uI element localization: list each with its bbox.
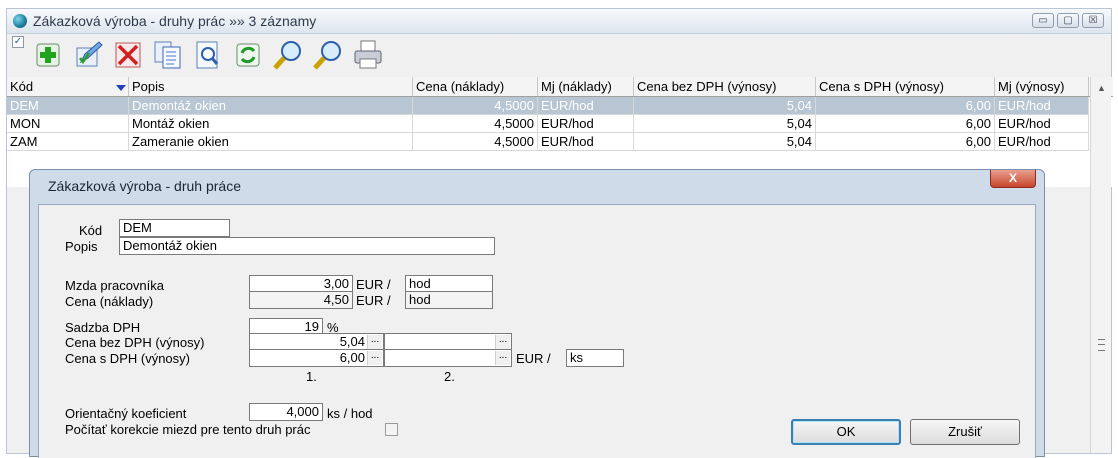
- koeficient-unit: ks / hod: [327, 406, 373, 421]
- column-header-cena-bez-dph[interactable]: Cena bez DPH (výnosy): [634, 77, 816, 96]
- cell-kod: ZAM: [7, 133, 129, 151]
- cell-popis: Demontáž okien: [129, 97, 413, 115]
- s-dph-label: Cena s DPH (výnosy): [65, 351, 190, 366]
- column-header-mj-vynosy[interactable]: Mj (výnosy): [995, 77, 1089, 96]
- vynosy-mj-field[interactable]: ks: [566, 349, 624, 367]
- window-title: Zákazková výroba - druhy prác »» 3 zázna…: [33, 13, 317, 29]
- dph-label: Sadzba DPH: [65, 320, 141, 335]
- edit-dialog: Zákazková výroba - druh práce X Kód DEM …: [29, 169, 1045, 458]
- cell-cena-bez-dph: 5,04: [634, 97, 816, 115]
- ellipsis-button[interactable]: ...: [367, 351, 382, 365]
- column-header-cena-naklady[interactable]: Cena (náklady): [413, 77, 538, 96]
- dialog-body: Kód DEM Popis Demontáž okien Mzda pracov…: [38, 204, 1036, 458]
- cell-cena-naklady: 4,5000: [413, 133, 538, 151]
- column-header-mj-naklady[interactable]: Mj (náklady): [538, 77, 634, 96]
- cell-cena-naklady: 4,5000: [413, 115, 538, 133]
- vertical-scrollbar[interactable]: ▲: [1090, 77, 1111, 453]
- ok-button[interactable]: OK: [791, 419, 901, 445]
- cell-cena-naklady: 4,5000: [413, 97, 538, 115]
- cell-cena-s-dph: 6,00: [816, 133, 995, 151]
- dialog-close-button[interactable]: X: [990, 170, 1036, 188]
- s-dph-field-2[interactable]: ...: [384, 349, 512, 367]
- close-button[interactable]: ☒: [1082, 13, 1104, 28]
- kod-label: Kód: [79, 223, 103, 238]
- cell-mj-naklady: EUR/hod: [538, 133, 634, 151]
- delete-icon[interactable]: [111, 38, 145, 72]
- popis-label: Popis: [65, 239, 98, 254]
- maximize-button[interactable]: ▢: [1057, 13, 1079, 28]
- cell-mj-naklady: EUR/hod: [538, 97, 634, 115]
- ellipsis-button[interactable]: ...: [367, 335, 382, 349]
- korekcie-checkbox[interactable]: [385, 423, 398, 436]
- cena-mj-field: hod: [405, 291, 493, 309]
- minimize-button[interactable]: ▭: [1032, 13, 1054, 28]
- cell-cena-bez-dph: 5,04: [634, 115, 816, 133]
- dialog-title: Zákazková výroba - druh práce: [48, 178, 241, 194]
- ellipsis-button[interactable]: ...: [495, 351, 510, 365]
- table-row[interactable]: ZAM Zameranie okien 4,5000 EUR/hod 5,04 …: [7, 133, 1089, 151]
- cell-mj-vynosy: EUR/hod: [995, 133, 1089, 151]
- cell-popis: Zameranie okien: [129, 133, 413, 151]
- cell-cena-bez-dph: 5,04: [634, 133, 816, 151]
- cell-cena-s-dph: 6,00: [816, 115, 995, 133]
- title-bar: Zákazková výroba - druhy prác »» 3 zázna…: [7, 9, 1111, 34]
- cancel-button[interactable]: Zrušiť: [910, 419, 1020, 445]
- s-dph-field-1[interactable]: 6,00...: [249, 349, 384, 367]
- mzda-unit: EUR /: [356, 277, 391, 292]
- bez-dph-label: Cena bez DPH (výnosy): [65, 335, 205, 350]
- column-1-label: 1.: [306, 369, 317, 384]
- add-icon[interactable]: [31, 38, 65, 72]
- scroll-grip-icon[interactable]: [1098, 339, 1105, 351]
- search-next-icon[interactable]: [311, 38, 345, 72]
- sort-desc-icon: [107, 77, 129, 96]
- preview-icon[interactable]: [191, 38, 225, 72]
- cell-kod: DEM: [7, 97, 129, 115]
- search-icon[interactable]: [271, 38, 305, 72]
- koeficient-field[interactable]: 4,000: [249, 403, 323, 421]
- cell-mj-naklady: EUR/hod: [538, 115, 634, 133]
- grid-header: Kód Popis Cena (náklady) Mj (náklady) Ce…: [7, 77, 1113, 97]
- cena-naklady-field: 4,50: [249, 291, 353, 309]
- column-header-cena-s-dph[interactable]: Cena s DPH (výnosy): [816, 77, 995, 96]
- kod-field[interactable]: DEM: [119, 219, 230, 237]
- cell-kod: MON: [7, 115, 129, 133]
- copy-icon[interactable]: [151, 38, 185, 72]
- app-icon: [13, 14, 27, 28]
- koeficient-label: Orientačný koeficient: [65, 406, 187, 421]
- toolbar-checkbox[interactable]: ✓: [12, 36, 24, 48]
- column-header-popis[interactable]: Popis: [129, 77, 413, 96]
- cell-mj-vynosy: EUR/hod: [995, 115, 1089, 133]
- ellipsis-button[interactable]: ...: [495, 335, 510, 349]
- edit-icon[interactable]: [71, 38, 105, 72]
- refresh-icon[interactable]: [231, 38, 265, 72]
- popis-field[interactable]: Demontáž okien: [119, 237, 495, 255]
- korekcie-label: Počítať korekcie miezd pre tento druh pr…: [65, 422, 311, 437]
- cell-cena-s-dph: 6,00: [816, 97, 995, 115]
- vynosy-unit: EUR /: [516, 351, 551, 366]
- cena-naklady-label: Cena (náklady): [65, 294, 154, 309]
- cell-mj-vynosy: EUR/hod: [995, 97, 1089, 115]
- mzda-label: Mzda pracovníka: [65, 278, 164, 293]
- cell-popis: Montáž okien: [129, 115, 413, 133]
- table-row[interactable]: MON Montáž okien 4,5000 EUR/hod 5,04 6,0…: [7, 115, 1089, 133]
- toolbar: ✓: [7, 34, 1111, 76]
- table-row[interactable]: DEM Demontáž okien 4,5000 EUR/hod 5,04 6…: [7, 97, 1089, 115]
- column-2-label: 2.: [444, 369, 455, 384]
- cena-unit: EUR /: [356, 293, 391, 308]
- scroll-up-icon[interactable]: ▲: [1097, 83, 1106, 93]
- print-icon[interactable]: [351, 38, 385, 72]
